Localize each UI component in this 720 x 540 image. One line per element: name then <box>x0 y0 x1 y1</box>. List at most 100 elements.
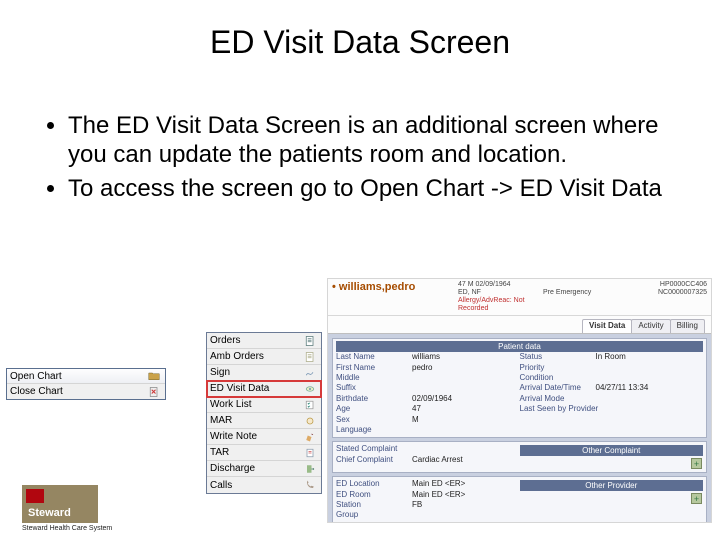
bullet-list: The ED Visit Data Screen is an additiona… <box>0 61 720 203</box>
field-label: Priority <box>520 363 592 373</box>
field-label: Station <box>336 500 408 510</box>
menu-item-close-chart[interactable]: Close Chart <box>7 384 165 399</box>
field-value: 02/09/1964 <box>412 394 452 404</box>
menu-item-discharge[interactable]: Discharge <box>207 461 321 477</box>
other-complaint-header: Other Complaint <box>520 445 704 456</box>
menu-item-calls[interactable]: Calls <box>207 477 321 493</box>
bullet-dot: • <box>332 281 336 293</box>
menu-label: ED Visit Data <box>210 383 269 394</box>
menu-item-amb-orders[interactable]: Amb Orders <box>207 349 321 365</box>
field-label: Arrival Date/Time <box>520 383 592 393</box>
menu-item-tar[interactable]: TAR <box>207 445 321 461</box>
field-value: In Room <box>596 352 626 362</box>
complaint-panel: Stated Complaint Chief Complaint Cardiac … <box>332 441 707 473</box>
field-label: Last Seen by Provider <box>520 404 592 414</box>
menu-item-orders[interactable]: Orders <box>207 333 321 349</box>
menu-label: TAR <box>210 447 229 458</box>
menu-label: Close Chart <box>10 386 63 397</box>
visit-data-icon <box>302 383 318 395</box>
other-provider-header: Other Provider <box>520 480 704 491</box>
worklist-icon <box>302 399 318 411</box>
amb-orders-icon <box>302 351 318 363</box>
mar-icon <box>302 415 318 427</box>
field-value: Cardiac Arrest <box>412 455 463 465</box>
discharge-icon <box>302 463 318 475</box>
field-label: Arrival Mode <box>520 394 592 404</box>
menu-label: Write Note <box>210 431 257 442</box>
bullet-item: To access the screen go to Open Chart ->… <box>68 174 680 203</box>
field-value: pedro <box>412 363 432 373</box>
menu-item-ed-visit-data[interactable]: ED Visit Data <box>207 381 321 397</box>
header-visit-type: Pre Emergency <box>543 289 622 297</box>
chart-submenu: Orders Amb Orders Sign ED Visit Data Wor… <box>206 332 322 494</box>
screenshot-overlay: Open Chart Close Chart Orders Amb Orders… <box>0 278 720 540</box>
close-file-icon <box>146 386 162 398</box>
write-note-icon <box>302 431 318 443</box>
field-label: Suffix <box>336 383 408 393</box>
field-value: williams <box>412 352 440 362</box>
menu-label: Calls <box>210 480 232 491</box>
header-allergy: Allergy/AdvReac: Not Recorded <box>458 297 537 313</box>
panel-header: Patient data <box>336 341 703 352</box>
field-label: ED Location <box>336 479 408 489</box>
ehr-panel: • williams,pedro 47 M 02/09/1964 ED, NF … <box>327 278 712 523</box>
steward-logo: Steward Steward Health Care System <box>22 485 122 532</box>
menu-label: Orders <box>210 335 241 346</box>
field-value: Main ED <ER> <box>412 490 465 500</box>
menu-label: MAR <box>210 415 232 426</box>
patient-name-text: williams,pedro <box>339 281 415 293</box>
field-value: 04/27/11 13:34 <box>596 383 649 393</box>
header-location: ED, NF <box>458 289 537 297</box>
menu-label: Open Chart <box>10 371 62 382</box>
field-label: Chief Complaint <box>336 455 408 465</box>
field-value: M <box>412 415 419 425</box>
slide-title: ED Visit Data Screen <box>0 0 720 61</box>
menu-item-work-list[interactable]: Work List <box>207 397 321 413</box>
menu-item-open-chart[interactable]: Open Chart <box>7 369 165 384</box>
open-chart-menu: Open Chart Close Chart <box>6 368 166 400</box>
logo-subtext: Steward Health Care System <box>22 525 122 532</box>
complaint-right: Other Complaint + <box>520 444 704 470</box>
menu-item-mar[interactable]: MAR <box>207 413 321 429</box>
patient-right-col: StatusIn Room Priority Condition Arrival… <box>520 352 704 435</box>
patient-name: • williams,pedro <box>332 281 452 313</box>
calls-icon <box>302 479 318 491</box>
menu-item-sign[interactable]: Sign <box>207 365 321 381</box>
header-col-1: 47 M 02/09/1964 ED, NF Allergy/AdvReac: … <box>458 281 537 313</box>
field-label: Last Name <box>336 352 408 362</box>
menu-label: Amb Orders <box>210 351 264 362</box>
complaint-left: Stated Complaint Chief Complaint Cardiac … <box>336 444 520 470</box>
field-label: Sex <box>336 415 408 425</box>
patient-data-panel: Patient data Last Namewilliams First Nam… <box>332 338 707 438</box>
bullet-item: The ED Visit Data Screen is an additiona… <box>68 111 680 170</box>
field-label: ED Room <box>336 490 408 500</box>
tab-visit-data[interactable]: Visit Data <box>582 319 632 333</box>
field-label: Middle <box>336 373 408 383</box>
loc-prov-right: Other Provider + <box>520 479 704 522</box>
tab-billing[interactable]: Billing <box>670 319 705 333</box>
menu-item-write-note[interactable]: Write Note <box>207 429 321 445</box>
header-age-sex-dob: 47 M 02/09/1964 <box>458 281 537 289</box>
add-provider-button[interactable]: + <box>691 493 702 504</box>
header-id-2: NC0000007325 <box>628 289 707 297</box>
tar-icon <box>302 447 318 459</box>
menu-label: Discharge <box>210 463 255 474</box>
logo-mark: Steward <box>22 485 98 523</box>
field-label: Group <box>336 510 408 520</box>
field-label: Stated Complaint <box>336 444 408 454</box>
logo-word: Steward <box>28 507 71 519</box>
menu-label: Work List <box>210 399 252 410</box>
tab-activity[interactable]: Activity <box>631 319 670 333</box>
header-col-2: Pre Emergency <box>543 281 622 313</box>
field-label: Status <box>520 352 592 362</box>
header-col-3: HP0000CC406 NC0000007325 <box>628 281 707 313</box>
field-label: Language <box>336 425 408 435</box>
add-complaint-button[interactable]: + <box>691 458 702 469</box>
patient-left-col: Last Namewilliams First Namepedro Middle… <box>336 352 520 435</box>
ehr-tabs: Visit Data Activity Billing <box>328 316 711 334</box>
folder-icon <box>146 370 162 382</box>
field-label: Birthdate <box>336 394 408 404</box>
field-label: Age <box>336 404 408 414</box>
sign-icon <box>302 367 318 379</box>
field-value: 47 <box>412 404 421 414</box>
